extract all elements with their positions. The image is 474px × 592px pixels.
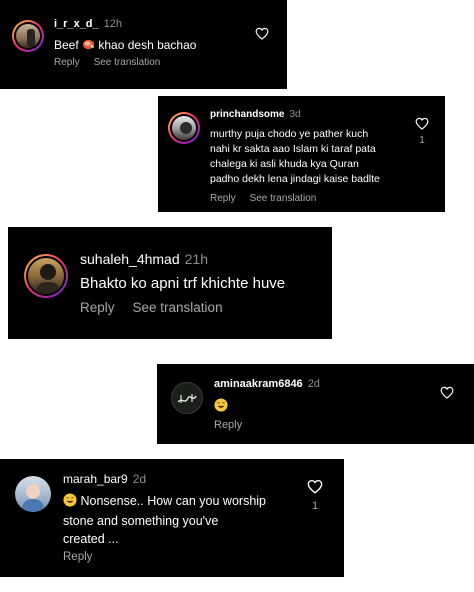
comment-text [214, 397, 228, 417]
comment-actions: Reply See translation [210, 193, 316, 204]
comment-card: princhandsome 3d murthy puja chodo ye pat… [158, 96, 445, 212]
comment-username-row: marah_bar9 2d [63, 472, 146, 486]
comment-text: murthy puja chodo ye pather kuch nahi kr… [210, 128, 380, 185]
see-translation-button[interactable]: See translation [250, 193, 317, 204]
heart-icon[interactable] [440, 386, 454, 404]
comment-card: i_r_x_d_ 12h Beef khao desh bachao Reply S… [0, 0, 287, 89]
avatar[interactable] [24, 254, 68, 298]
username[interactable]: marah_bar9 [63, 472, 128, 486]
reply-button[interactable]: Reply [80, 300, 115, 315]
username[interactable]: aminaakram6846 [214, 378, 303, 390]
comment-actions: Reply [63, 551, 92, 563]
reply-button[interactable]: Reply [63, 551, 92, 563]
comment-age: 21h [184, 251, 208, 267]
comment-username-row: princhandsome 3d [210, 109, 301, 120]
comment-card: aminaakram6846 2d Reply [157, 364, 474, 444]
comment-age: 2d [132, 472, 147, 486]
avatar[interactable] [171, 382, 203, 414]
comment-card: marah_bar9 2d Nonsense.. How can you wors… [0, 459, 344, 577]
comment-actions: Reply [214, 419, 242, 431]
username[interactable]: princhandsome [210, 109, 284, 120]
username[interactable]: suhaleh_4hmad [80, 251, 180, 267]
avatar[interactable] [168, 112, 200, 144]
heart-icon[interactable] [415, 117, 429, 135]
reply-button[interactable]: Reply [54, 57, 80, 68]
heart-icon[interactable] [255, 27, 269, 45]
heart-icon[interactable] [307, 479, 323, 499]
comment-actions: Reply See translation [80, 300, 223, 315]
comment-age: 2d [307, 378, 320, 390]
comment-age: 12h [103, 18, 123, 30]
reply-button[interactable]: Reply [214, 419, 242, 431]
comment-username-row: suhaleh_4hmad 21h [80, 251, 208, 267]
comment-username-row: aminaakram6846 2d [214, 378, 320, 390]
comment-text: Beef khao desh bachao [54, 38, 197, 54]
like-count: 1 [419, 135, 425, 146]
comment-username-row: i_r_x_d_ 12h [54, 18, 122, 30]
like-count: 1 [311, 500, 319, 512]
laughing-emoji-icon [63, 493, 77, 512]
comment-text: Nonsense.. How can you worship stone and… [63, 493, 266, 546]
username[interactable]: i_r_x_d_ [54, 18, 99, 30]
avatar[interactable] [12, 20, 44, 52]
meat-emoji-icon [82, 38, 95, 54]
laughing-emoji-icon [214, 398, 228, 417]
reply-button[interactable]: Reply [210, 193, 236, 204]
avatar[interactable] [15, 476, 51, 512]
comment-age: 3d [289, 109, 301, 120]
calligraphy-icon [177, 394, 197, 403]
see-translation-button[interactable]: See translation [94, 57, 161, 68]
comment-card: suhaleh_4hmad 21h Bhakto ko apni trf khic… [8, 227, 332, 339]
comment-actions: Reply See translation [54, 57, 160, 68]
comment-text: Bhakto ko apni trf khichte huve [80, 275, 286, 292]
see-translation-button[interactable]: See translation [133, 300, 223, 315]
